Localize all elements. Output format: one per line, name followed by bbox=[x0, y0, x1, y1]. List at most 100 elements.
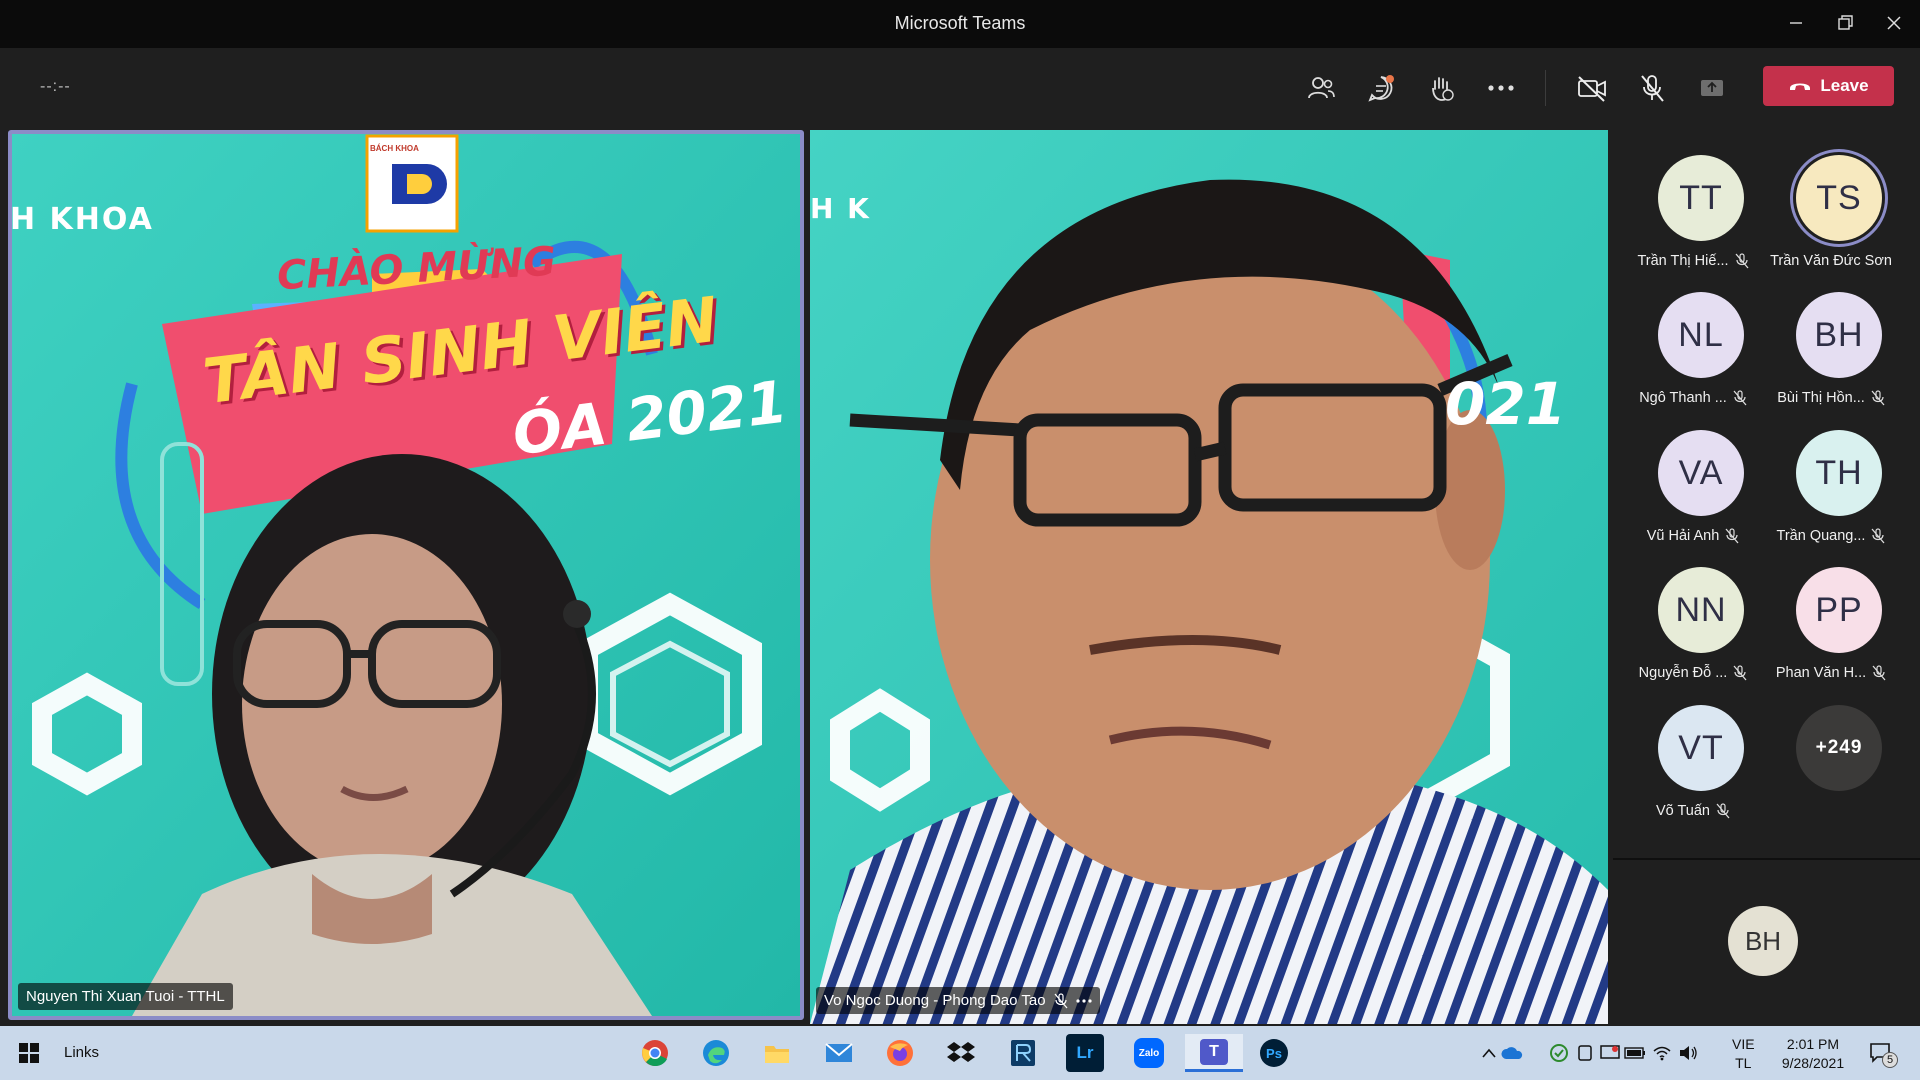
onedrive-tray[interactable] bbox=[1500, 1034, 1524, 1072]
share-button[interactable] bbox=[1692, 68, 1732, 108]
mic-off-icon bbox=[1641, 75, 1664, 102]
language-code: VIE bbox=[1732, 1036, 1755, 1052]
leave-button[interactable]: Leave bbox=[1763, 66, 1894, 106]
self-avatar[interactable]: BH bbox=[1728, 906, 1798, 976]
banner-logo-text: BÁCH KHOA bbox=[370, 144, 419, 153]
participant-name-row: Trần Thị Hiế... bbox=[1623, 253, 1763, 269]
firefox-app[interactable] bbox=[881, 1034, 919, 1072]
reactions-button[interactable] bbox=[1421, 68, 1461, 108]
clock[interactable]: 2:01 PM 9/28/2021 bbox=[1758, 1035, 1868, 1073]
close-icon bbox=[1887, 16, 1901, 30]
raise-hand-icon bbox=[1432, 77, 1454, 101]
edge-icon bbox=[703, 1040, 729, 1066]
wifi-tray[interactable] bbox=[1650, 1034, 1674, 1072]
roster-participant[interactable]: TT Trần Thị Hiế... bbox=[1623, 155, 1763, 285]
mic-off-icon bbox=[1716, 803, 1730, 819]
chevron-up-icon bbox=[1482, 1048, 1496, 1058]
participants-button[interactable] bbox=[1301, 68, 1341, 108]
edge-app[interactable] bbox=[697, 1034, 735, 1072]
monitor-icon bbox=[1600, 1045, 1620, 1059]
links-toolbar[interactable]: Links bbox=[64, 1044, 99, 1061]
roster-participant[interactable]: NN Nguyễn Đỗ ... bbox=[1623, 567, 1763, 697]
banner-year-text-right: 021 bbox=[1445, 370, 1567, 438]
cloud-icon bbox=[1501, 1047, 1523, 1059]
chat-icon bbox=[1368, 75, 1394, 102]
mic-off-icon bbox=[1054, 992, 1068, 1008]
video-tile-participant-2[interactable]: H K 021 Vo Ngoc Duong - Phong Dao Tao bbox=[810, 130, 1608, 1024]
roster-participant[interactable]: TS Trần Văn Đức Sơn bbox=[1761, 155, 1901, 285]
people-icon bbox=[1308, 77, 1335, 99]
more-participants-button[interactable]: +249 bbox=[1761, 705, 1901, 835]
participant-name-row: Ngô Thanh ... bbox=[1623, 390, 1763, 406]
clock-date: 9/28/2021 bbox=[1781, 1055, 1845, 1071]
windows-taskbar: Links Lr Zalo T Ps VIE TL 2:01 PM 9/28/2… bbox=[0, 1026, 1920, 1080]
chrome-app[interactable] bbox=[636, 1034, 674, 1072]
leave-label: Leave bbox=[1820, 76, 1869, 95]
photoshop-app[interactable]: Ps bbox=[1255, 1034, 1293, 1072]
participant-avatar: VA bbox=[1658, 430, 1744, 516]
mic-off-icon bbox=[1733, 390, 1747, 406]
participant-name: Vo Ngoc Duong - Phong Dao Tao bbox=[824, 992, 1046, 1009]
restore-icon bbox=[1838, 15, 1853, 30]
participant-avatar: PP bbox=[1796, 567, 1882, 653]
app-icon bbox=[1011, 1040, 1035, 1066]
notification-center-button[interactable]: 5 bbox=[1862, 1034, 1900, 1072]
participant-name: Phan Văn H... bbox=[1775, 665, 1867, 681]
battery-tray[interactable] bbox=[1623, 1034, 1647, 1072]
participant-avatar: TH bbox=[1796, 430, 1882, 516]
mail-app[interactable] bbox=[820, 1034, 858, 1072]
participant-avatar: TS bbox=[1796, 155, 1882, 241]
device-icon bbox=[1578, 1045, 1592, 1061]
chat-button[interactable] bbox=[1361, 68, 1401, 108]
participant-name: Vũ Hải Anh bbox=[1646, 528, 1720, 544]
mic-off-icon bbox=[1735, 253, 1749, 269]
firefox-icon bbox=[887, 1040, 913, 1066]
roster-participant[interactable]: VA Vũ Hải Anh bbox=[1623, 430, 1763, 560]
app-pinned[interactable] bbox=[1004, 1034, 1042, 1072]
monitor-tray[interactable] bbox=[1598, 1034, 1622, 1072]
minimize-button[interactable] bbox=[1768, 0, 1824, 46]
roster-participant[interactable]: TH Trần Quang... bbox=[1761, 430, 1901, 560]
roster-participant[interactable]: NL Ngô Thanh ... bbox=[1623, 292, 1763, 422]
input-language[interactable]: VIE TL bbox=[1732, 1035, 1755, 1073]
lightroom-app[interactable]: Lr bbox=[1066, 1034, 1104, 1072]
mic-off-icon bbox=[1871, 528, 1885, 544]
roster-participant[interactable]: VT Võ Tuấn bbox=[1623, 705, 1763, 835]
video-feed bbox=[810, 130, 1608, 1024]
roster-participant[interactable]: PP Phan Văn H... bbox=[1761, 567, 1901, 697]
tray-overflow-button[interactable] bbox=[1478, 1034, 1500, 1072]
mic-off-icon bbox=[1733, 665, 1747, 681]
roster-participant[interactable]: BH Bùi Thị Hồn... bbox=[1761, 292, 1901, 422]
participant-name: Võ Tuấn bbox=[1655, 803, 1710, 819]
meeting-timer: --:-- bbox=[40, 78, 71, 95]
device-tray[interactable] bbox=[1573, 1034, 1597, 1072]
banner-school-text-right: H K bbox=[810, 192, 871, 225]
banner-school-text: H KHOA bbox=[10, 202, 154, 237]
start-button[interactable] bbox=[10, 1034, 48, 1072]
dropbox-app[interactable] bbox=[942, 1034, 980, 1072]
file-explorer-app[interactable] bbox=[758, 1034, 796, 1072]
video-tile-participant-1[interactable]: H KHOA BÁCH KHOA CHÀO MỪNG TÂN SINH VIÊN… bbox=[8, 130, 804, 1020]
participant-name-tag: Vo Ngoc Duong - Phong Dao Tao bbox=[816, 987, 1100, 1014]
more-icon[interactable] bbox=[1075, 998, 1092, 1003]
volume-tray[interactable] bbox=[1676, 1034, 1700, 1072]
participant-avatar: NL bbox=[1658, 292, 1744, 378]
participant-name-row: Bùi Thị Hồn... bbox=[1761, 390, 1901, 406]
lightroom-icon: Lr bbox=[1076, 1043, 1094, 1062]
teams-app[interactable]: T bbox=[1185, 1034, 1243, 1072]
window-title: Microsoft Teams bbox=[894, 13, 1026, 33]
more-participants-count: +249 bbox=[1796, 705, 1882, 791]
security-tray[interactable] bbox=[1547, 1034, 1571, 1072]
close-button[interactable] bbox=[1866, 0, 1920, 46]
zalo-app[interactable]: Zalo bbox=[1130, 1034, 1168, 1072]
chrome-icon bbox=[642, 1040, 668, 1067]
participant-name-row: Phan Văn H... bbox=[1761, 665, 1901, 681]
mic-off-icon bbox=[1725, 528, 1739, 544]
folder-icon bbox=[765, 1046, 789, 1063]
participant-avatar: TT bbox=[1658, 155, 1744, 241]
camera-button[interactable] bbox=[1572, 68, 1612, 108]
participant-avatar: BH bbox=[1796, 292, 1882, 378]
camera-off-icon bbox=[1578, 76, 1606, 102]
microphone-button[interactable] bbox=[1632, 68, 1672, 108]
more-actions-button[interactable] bbox=[1481, 68, 1521, 108]
